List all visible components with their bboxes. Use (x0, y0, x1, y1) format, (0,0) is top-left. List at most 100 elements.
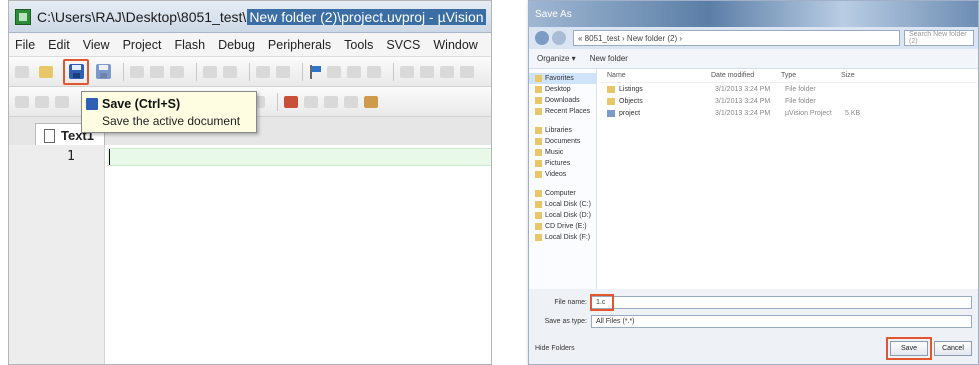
nav-item[interactable]: Recent Places (529, 106, 596, 117)
cut-icon[interactable] (130, 65, 144, 78)
uvision-app-icon (15, 8, 31, 25)
save-button[interactable] (63, 58, 89, 85)
back-arrow-icon[interactable] (535, 31, 549, 45)
menu-window[interactable]: Window (433, 38, 477, 52)
translate-icon[interactable] (15, 95, 29, 108)
next-bookmark-icon[interactable] (347, 65, 361, 78)
menu-tools[interactable]: Tools (344, 38, 373, 52)
paste-icon[interactable] (170, 65, 184, 78)
window-title: C:\Users\RAJ\Desktop\8051_test\ New folde… (37, 8, 486, 25)
nav-item-label: CD Drive (E:) (545, 223, 587, 230)
prev-bookmark-icon[interactable] (327, 65, 341, 78)
menu-file[interactable]: File (15, 38, 35, 52)
comment-icon[interactable] (440, 65, 454, 78)
nav-item[interactable]: Music (529, 147, 596, 158)
file-toolbar (9, 57, 491, 87)
redo-icon[interactable] (223, 65, 237, 78)
indent-icon[interactable] (400, 65, 414, 78)
nav-item-label: Downloads (545, 97, 580, 104)
dialog-save-button[interactable]: Save (886, 336, 932, 360)
file-name: project (619, 109, 641, 117)
save-as-dialog: Save As « 8051_test › New folder (2) › S… (528, 0, 979, 365)
save-tooltip: Save (Ctrl+S) Save the active document (81, 91, 257, 133)
save-type-select[interactable]: All Files (*.*) (591, 314, 972, 328)
menu-svcs[interactable]: SVCS (386, 38, 420, 52)
clear-bookmarks-icon[interactable] (367, 65, 381, 78)
column-name[interactable]: Name (601, 72, 711, 79)
bookmark-flag-icon[interactable] (309, 64, 321, 79)
gear-icon[interactable] (344, 95, 358, 108)
folder-icon (535, 86, 542, 93)
rebuild-icon[interactable] (55, 95, 69, 108)
unindent-icon[interactable] (420, 65, 434, 78)
uncomment-icon[interactable] (460, 65, 474, 78)
file-rows: Listings 3/1/2013 3:24 PM File folder Objec… (601, 83, 978, 119)
file-name-row: File name: 1.c (529, 293, 978, 311)
nav-item[interactable]: Videos (529, 169, 596, 180)
copy-icon[interactable] (150, 65, 164, 78)
file-list-header: Name Date modified Type Size (601, 69, 978, 83)
code-editor[interactable]: 1 (9, 145, 491, 364)
books-icon[interactable] (304, 95, 318, 108)
column-size[interactable]: Size (841, 72, 881, 79)
undo-icon[interactable] (203, 65, 217, 78)
nav-item-label: Local Disk (D:) (545, 212, 591, 219)
file-row[interactable]: Objects 3/1/2013 3:24 PM File folder (601, 95, 978, 107)
document-icon (44, 128, 55, 143)
nav-item-label: Documents (545, 138, 581, 145)
file-date: 3/1/2013 3:24 PM (715, 97, 771, 105)
manage-components-icon[interactable] (284, 95, 298, 108)
organize-button[interactable]: Organize ▾ (537, 54, 576, 63)
current-line-highlight (107, 148, 491, 166)
nav-item[interactable]: Local Disk (C:) (529, 199, 596, 210)
file-date: 3/1/2013 3:24 PM (715, 109, 771, 117)
diamond-icon[interactable] (324, 95, 338, 108)
nav-item[interactable]: Libraries (529, 125, 596, 136)
menu-edit[interactable]: Edit (48, 38, 70, 52)
nav-item[interactable]: Documents (529, 136, 596, 147)
menu-view[interactable]: View (83, 38, 110, 52)
file-name-input[interactable]: 1.c (590, 293, 972, 311)
uvision-window: C:\Users\RAJ\Desktop\8051_test\ New folde… (8, 0, 492, 365)
column-type[interactable]: Type (781, 72, 841, 79)
nav-item[interactable]: Downloads (529, 95, 596, 106)
nav-item[interactable]: Favorites (529, 73, 596, 84)
nav-item[interactable]: CD Drive (E:) (529, 221, 596, 232)
pack-installer-icon[interactable] (364, 95, 378, 108)
nav-item[interactable]: Computer (529, 188, 596, 199)
menu-flash[interactable]: Flash (174, 38, 205, 52)
nav-item[interactable]: Local Disk (F:) (529, 232, 596, 243)
build-icon[interactable] (35, 95, 49, 108)
forward-arrow-icon[interactable] (552, 31, 566, 45)
nav-item-label: Recent Places (545, 108, 591, 115)
nav-item-label: Local Disk (F:) (545, 234, 591, 241)
address-bar[interactable]: « 8051_test › New folder (2) › (573, 30, 900, 46)
nav-item[interactable]: Desktop (529, 84, 596, 95)
nav-back-icon[interactable] (256, 65, 270, 78)
toolbar-separator (196, 62, 197, 81)
dialog-title: Save As (535, 8, 572, 20)
new-file-button[interactable] (15, 62, 35, 82)
title-bar: C:\Users\RAJ\Desktop\8051_test\ New folde… (9, 1, 491, 33)
dialog-title-bar: Save As (529, 1, 978, 27)
file-row[interactable]: Listings 3/1/2013 3:24 PM File folder (601, 83, 978, 95)
nav-forward-icon[interactable] (276, 65, 290, 78)
open-file-button[interactable] (39, 62, 59, 82)
menu-debug[interactable]: Debug (218, 38, 255, 52)
tooltip-title: Save (Ctrl+S) (102, 97, 181, 111)
search-input[interactable]: Search New folder (2) (904, 30, 974, 46)
folder-icon (535, 190, 542, 197)
toolbar-separator (277, 92, 278, 111)
nav-item-label: Pictures (545, 160, 571, 167)
nav-item[interactable]: Pictures (529, 158, 596, 169)
address-bar-row: « 8051_test › New folder (2) › Search Ne… (529, 27, 978, 49)
nav-item[interactable]: Local Disk (D:) (529, 210, 596, 221)
new-folder-button[interactable]: New folder (590, 54, 628, 63)
save-all-button[interactable] (93, 62, 113, 82)
hide-folders-toggle[interactable]: Hide Folders (535, 345, 890, 352)
file-row[interactable]: project 3/1/2013 3:24 PM µVision Project 5 … (601, 107, 978, 119)
column-date[interactable]: Date modified (711, 72, 781, 79)
dialog-cancel-button[interactable]: Cancel (934, 340, 972, 356)
menu-project[interactable]: Project (123, 38, 162, 52)
menu-peripherals[interactable]: Peripherals (268, 38, 331, 52)
